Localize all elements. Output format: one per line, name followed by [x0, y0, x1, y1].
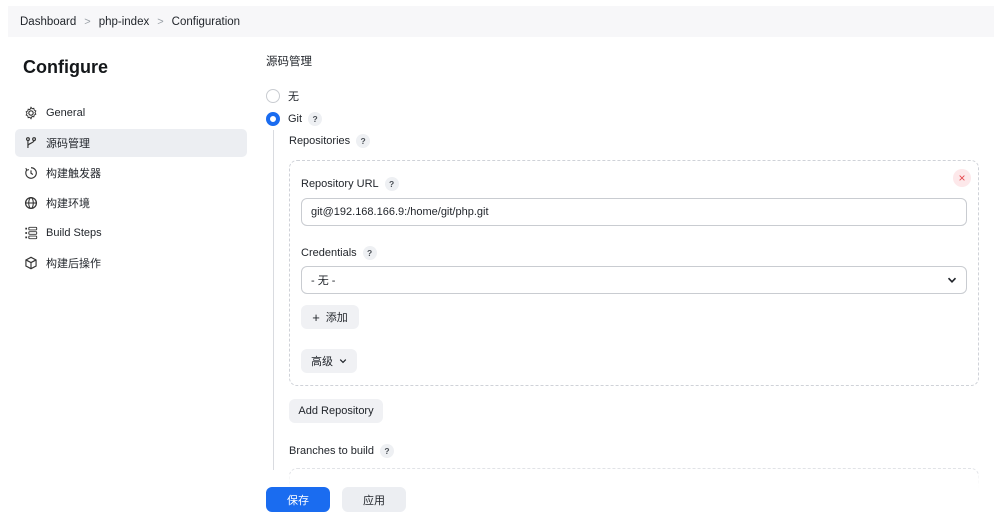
page-title: Configure — [23, 57, 108, 77]
radio-none[interactable] — [266, 89, 280, 103]
breadcrumb-dashboard[interactable]: Dashboard — [20, 16, 76, 28]
sidebar-item-label: 构建环境 — [46, 198, 90, 210]
sidebar-item-label: Build Steps — [46, 227, 102, 239]
help-icon[interactable]: ? — [380, 444, 394, 458]
apply-button[interactable]: 应用 — [342, 487, 406, 512]
sidebar-item-build-triggers[interactable]: 构建触发器 — [15, 159, 247, 187]
sidebar-item-build-environment[interactable]: 构建环境 — [15, 189, 247, 217]
radio-git-label: Git — [288, 113, 303, 125]
gear-icon — [24, 106, 38, 120]
credentials-select[interactable]: - 无 - — [301, 266, 967, 294]
add-credentials-label: 添加 — [325, 312, 348, 324]
repositories-label: Repositories — [289, 135, 351, 147]
repositories-label-row: Repositories ? — [289, 134, 371, 148]
chevron-down-icon — [947, 277, 957, 283]
sidebar-item-post-build-actions[interactable]: 构建后操作 — [15, 249, 247, 277]
help-icon[interactable]: ? — [384, 177, 399, 191]
sidebar-item-label: 构建触发器 — [46, 168, 101, 180]
branches-label-row: Branches to build ? — [289, 444, 394, 458]
help-icon[interactable]: ? — [356, 134, 371, 148]
branches-label: Branches to build — [289, 445, 374, 457]
repository-url-label: Repository URL — [301, 178, 379, 190]
sidebar-item-scm[interactable]: 源码管理 — [15, 129, 247, 157]
repository-url-label-row: Repository URL ? — [301, 177, 399, 191]
sidebar-item-general[interactable]: General — [15, 99, 247, 127]
credentials-label-row: Credentials ? — [301, 246, 377, 260]
breadcrumb-php-index[interactable]: php-index — [99, 16, 150, 28]
chevron-right-icon: > — [157, 15, 164, 28]
add-credentials-button[interactable]: + 添加 — [301, 305, 359, 329]
radio-git[interactable] — [266, 112, 280, 126]
repository-url-value: git@192.168.166.9:/home/git/php.git — [311, 206, 489, 218]
save-button[interactable]: 保存 — [266, 487, 330, 512]
advanced-label: 高级 — [311, 356, 333, 368]
help-icon[interactable]: ? — [308, 112, 323, 126]
add-repository-label: Add Repository — [298, 405, 374, 417]
section-title-scm: 源码管理 — [266, 56, 312, 68]
cube-icon — [24, 256, 38, 270]
repository-url-input[interactable]: git@192.168.166.9:/home/git/php.git — [301, 198, 967, 226]
sidebar-item-build-steps[interactable]: Build Steps — [15, 219, 247, 247]
breadcrumb-configuration[interactable]: Configuration — [172, 16, 240, 28]
radio-option-git[interactable]: Git ? — [266, 112, 323, 126]
breadcrumb: Dashboard > php-index > Configuration — [8, 6, 994, 37]
chevron-right-icon: > — [84, 15, 91, 28]
list-icon — [24, 226, 38, 240]
section-indent-line — [273, 130, 274, 470]
sidebar-item-label: General — [46, 107, 86, 119]
radio-none-label: 无 — [288, 91, 299, 103]
credentials-selected-value: - 无 - — [311, 275, 336, 287]
branch-icon — [24, 136, 38, 150]
credentials-label: Credentials — [301, 247, 357, 259]
sidebar: General 源码管理 构建触发器 构建环境 Build Steps 构建后操… — [15, 99, 247, 279]
add-repository-button[interactable]: Add Repository — [289, 399, 383, 423]
help-icon[interactable]: ? — [362, 246, 377, 260]
radio-option-none[interactable]: 无 — [266, 88, 299, 104]
chevron-down-icon — [339, 359, 347, 364]
bottom-action-bar — [0, 474, 994, 521]
sidebar-item-label: 构建后操作 — [46, 258, 101, 270]
globe-icon — [24, 196, 38, 210]
clock-icon — [24, 166, 38, 180]
sidebar-item-label: 源码管理 — [46, 138, 90, 150]
plus-icon: + — [312, 309, 320, 325]
advanced-button[interactable]: 高级 — [301, 349, 357, 373]
remove-repository-button[interactable]: × — [953, 169, 971, 187]
